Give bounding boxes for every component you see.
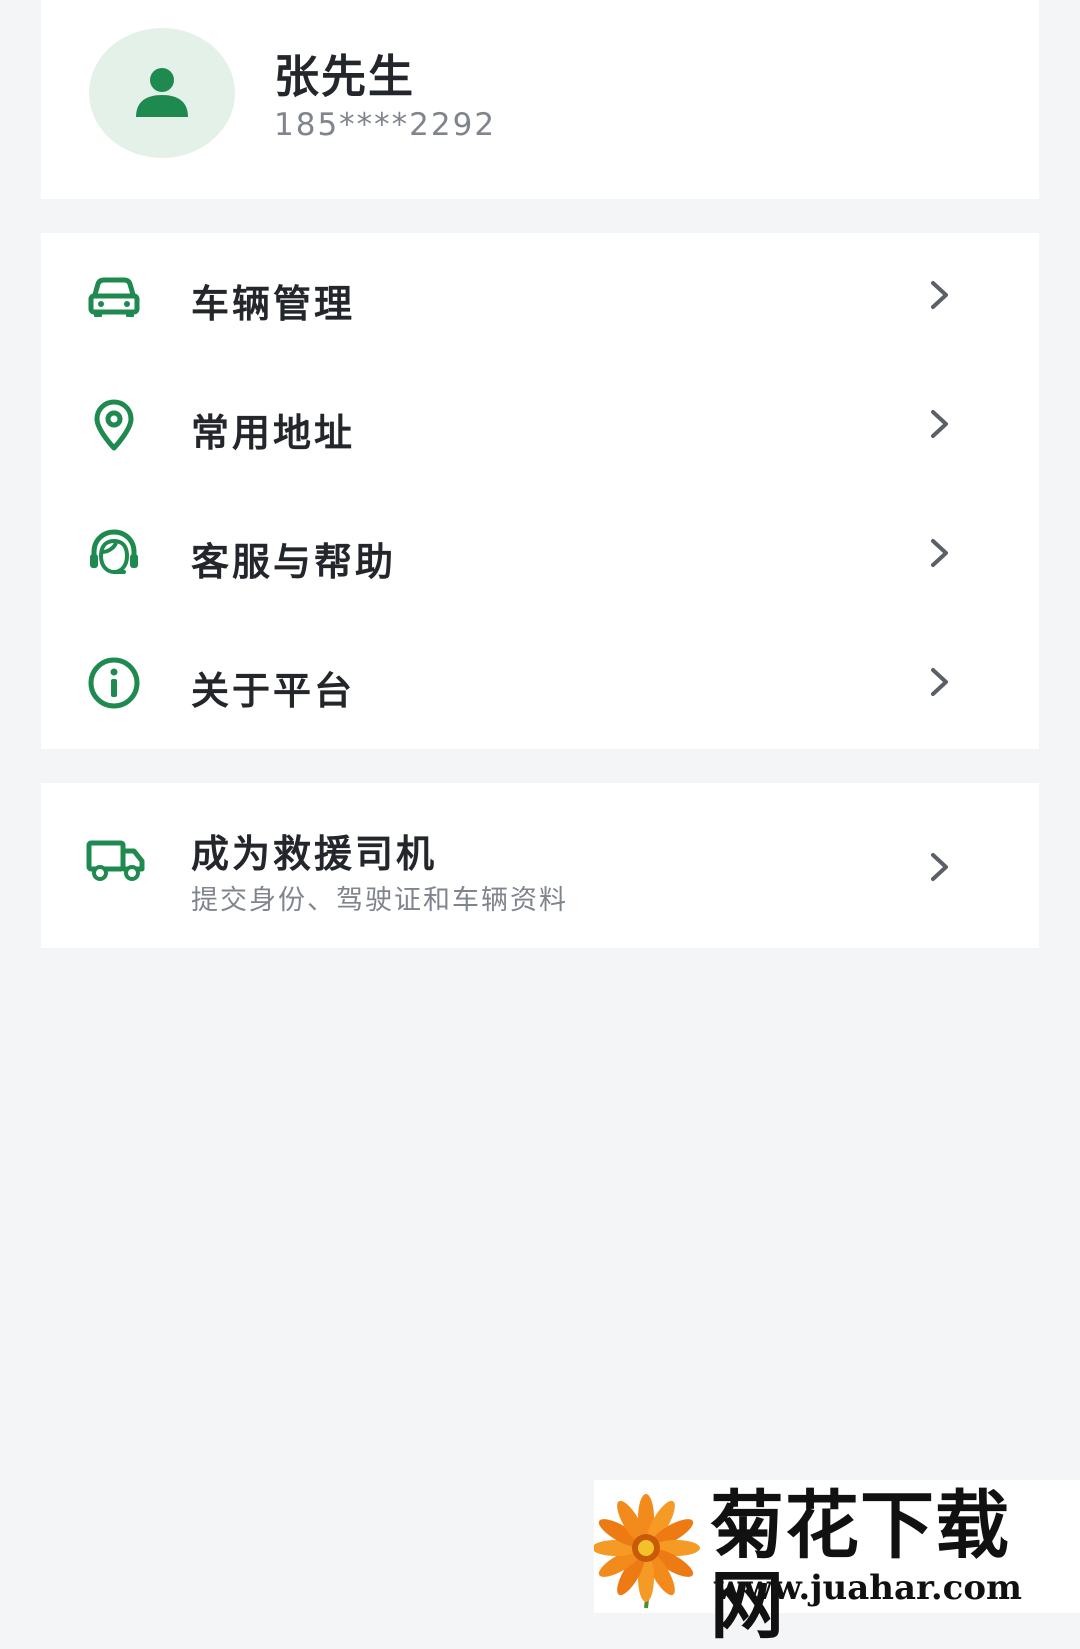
- truck-icon: [86, 840, 145, 881]
- info-icon: [88, 657, 140, 709]
- menu-item-label: 客服与帮助: [191, 540, 397, 584]
- flower-logo-icon: [594, 1494, 700, 1609]
- user-avatar-icon: [136, 68, 188, 117]
- chevron-right-icon: [931, 539, 948, 567]
- chevron-right-icon: [931, 853, 948, 881]
- menu-item-label: 常用地址: [191, 411, 356, 455]
- chevron-right-icon: [931, 281, 948, 309]
- user-name: 张先生: [274, 50, 416, 103]
- menu-item-vehicle-management[interactable]: 车辆管理: [41, 233, 1039, 362]
- watermark-brand: 菊花下载网: [710, 1483, 1010, 1649]
- menu-item-customer-service[interactable]: 客服与帮助: [41, 491, 1039, 620]
- customer-service-icon: [90, 529, 138, 575]
- chevron-right-icon: [931, 668, 948, 696]
- avatar[interactable]: [89, 28, 235, 158]
- driver-subtitle: 提交身份、驾驶证和车辆资料: [191, 885, 568, 916]
- become-rescue-driver-card[interactable]: 成为救援司机 提交身份、驾驶证和车辆资料: [41, 783, 1039, 948]
- chevron-right-icon: [931, 410, 948, 438]
- menu-card: 车辆管理 常用地址 客服与帮助 关于平台: [41, 233, 1039, 749]
- menu-item-common-addresses[interactable]: 常用地址: [41, 362, 1039, 491]
- menu-item-about-platform[interactable]: 关于平台: [41, 620, 1039, 749]
- profile-card[interactable]: 张先生 185****2292: [41, 0, 1039, 199]
- driver-title: 成为救援司机: [191, 832, 438, 876]
- user-phone: 185****2292: [274, 107, 497, 143]
- car-icon: [88, 277, 140, 317]
- watermark: 菊花下载网 www.juahar.com: [594, 1480, 1080, 1646]
- menu-item-label: 车辆管理: [191, 282, 356, 326]
- menu-item-label: 关于平台: [191, 669, 356, 713]
- watermark-url: www.juahar.com: [714, 1568, 1023, 1608]
- location-pin-icon: [94, 399, 134, 451]
